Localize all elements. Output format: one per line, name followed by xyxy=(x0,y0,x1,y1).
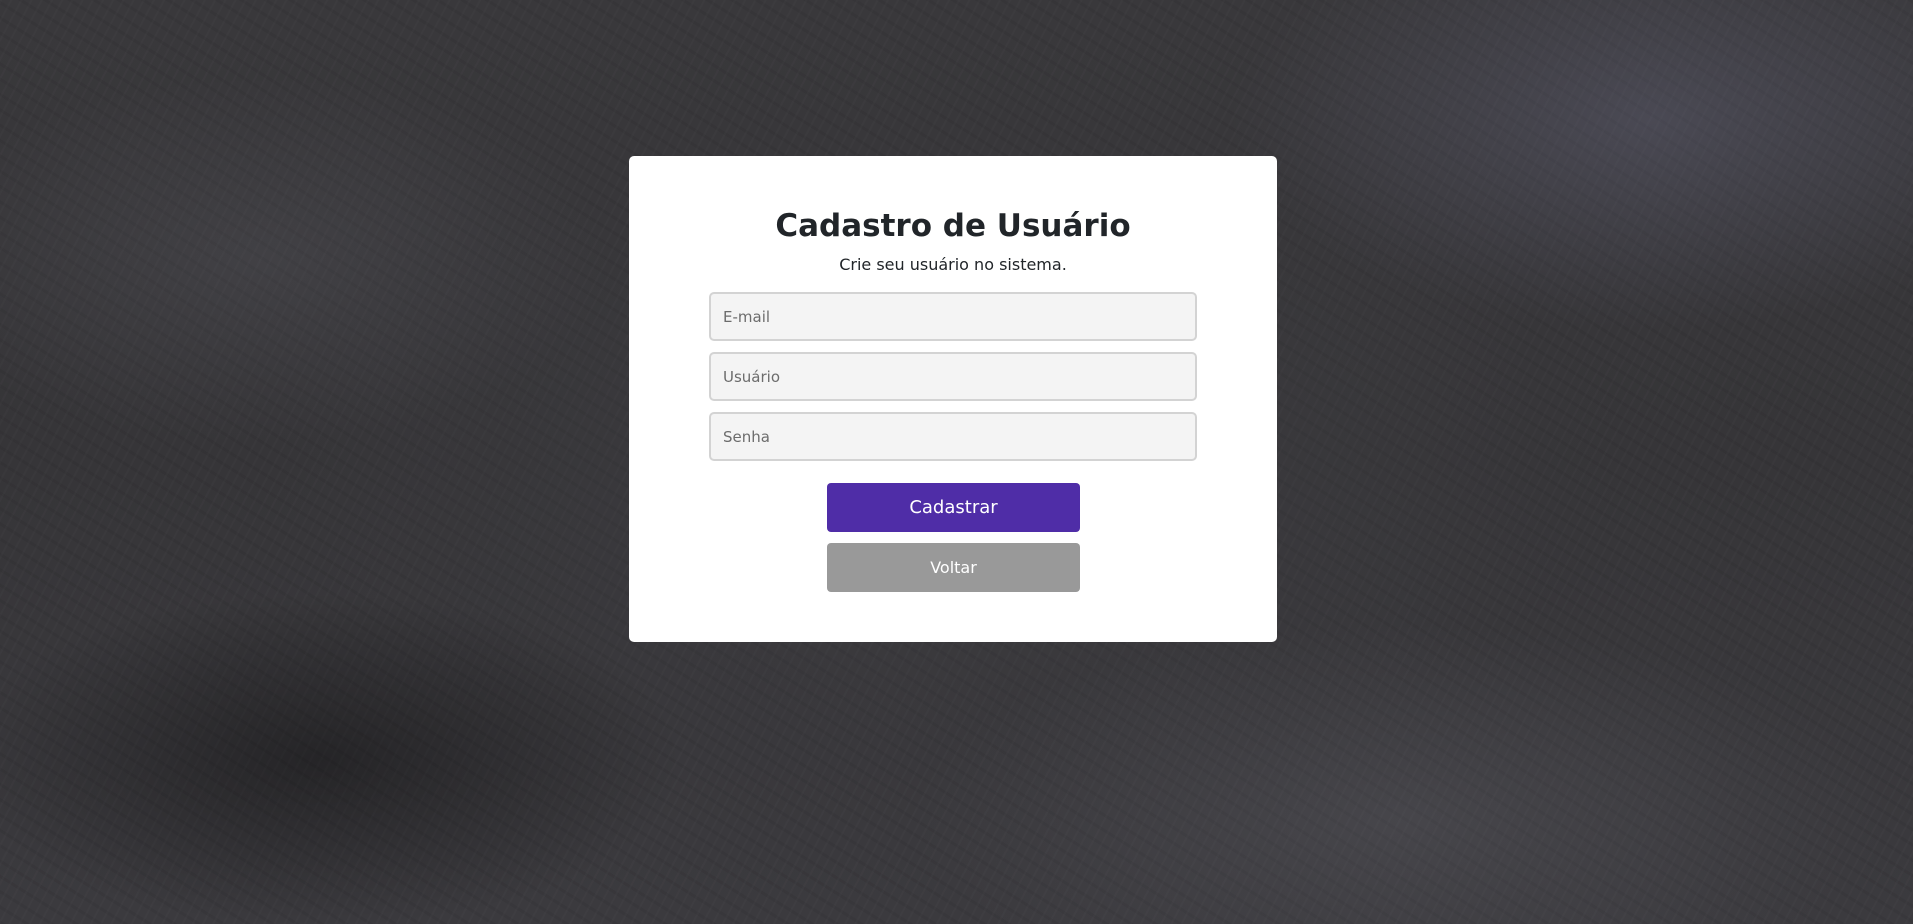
register-card: Cadastro de Usuário Crie seu usuário no … xyxy=(629,156,1277,642)
register-button[interactable]: Cadastrar xyxy=(827,483,1080,532)
page-title: Cadastro de Usuário xyxy=(775,208,1131,244)
username-input[interactable] xyxy=(709,352,1197,401)
page-subtitle: Crie seu usuário no sistema. xyxy=(839,255,1067,274)
back-button[interactable]: Voltar xyxy=(827,543,1080,592)
email-input[interactable] xyxy=(709,292,1197,341)
password-input[interactable] xyxy=(709,412,1197,461)
